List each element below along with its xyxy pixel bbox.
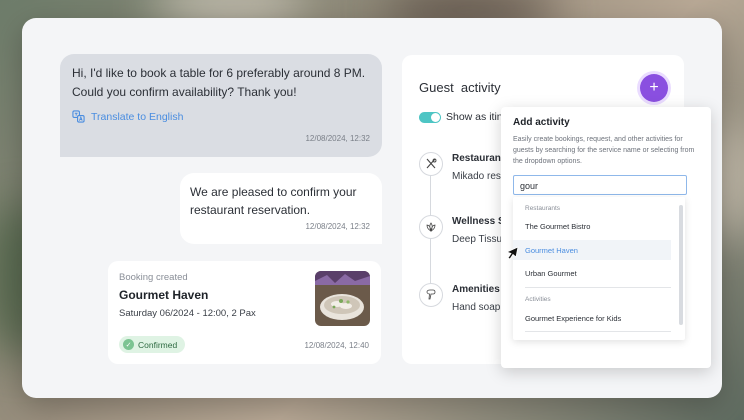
dropdown-section-label: Restaurants [525, 205, 561, 212]
translate-link[interactable]: Translate to English [72, 110, 183, 123]
timeline-item-subtitle: Hand soap [452, 302, 501, 313]
panel-title: Guest activity [419, 80, 501, 95]
booking-caption: Booking created [119, 272, 188, 283]
itinerary-toggle[interactable] [419, 112, 441, 123]
restaurant-image [315, 271, 370, 326]
incoming-message: Hi, I'd like to book a table for 6 prefe… [60, 54, 382, 157]
dropdown-section-label: Activities [525, 296, 551, 303]
popup-title: Add activity [513, 117, 570, 128]
outgoing-timestamp: 12/08/2024, 12:32 [305, 222, 370, 231]
hair-dryer-icon [419, 283, 443, 307]
dropdown-scrollbar[interactable] [679, 205, 683, 325]
booking-timestamp: 12/08/2024, 12:40 [304, 341, 369, 350]
dropdown-item[interactable]: Urban Gourmet [513, 263, 671, 283]
booking-card[interactable]: Booking created Gourmet Haven Saturday 0… [108, 261, 381, 364]
translate-label: Translate to English [91, 110, 184, 123]
add-activity-button[interactable]: + [640, 74, 668, 102]
booking-details: Saturday 06/2024 - 12:00, 2 Pax [119, 308, 256, 319]
activity-search-input-wrapper [513, 175, 687, 195]
add-activity-popup: Add activity Easily create bookings, req… [501, 107, 711, 368]
dropdown-item[interactable]: The Gourmet Bistro [513, 216, 671, 236]
mouse-pointer-icon [505, 246, 519, 260]
check-icon: ✓ [123, 339, 134, 350]
booking-name: Gourmet Haven [119, 288, 209, 302]
timeline-item-subtitle: Mikado res [452, 171, 501, 182]
timeline-item-subtitle: Deep Tissu [452, 234, 503, 245]
dropdown-item-highlighted[interactable]: Gourmet Haven [513, 240, 671, 260]
cutlery-icon [419, 152, 443, 176]
lotus-icon [419, 215, 443, 239]
incoming-message-text: Hi, I'd like to book a table for 6 prefe… [72, 66, 366, 99]
timeline-item-category: Restaurant [452, 153, 505, 164]
incoming-timestamp: 12/08/2024, 12:32 [305, 134, 370, 143]
dropdown-divider [525, 331, 671, 332]
activity-dropdown: Restaurants The Gourmet Bistro Gourmet H… [513, 197, 685, 340]
dropdown-divider [525, 287, 671, 288]
outgoing-message: We are pleased to confirm your restauran… [180, 173, 382, 244]
activity-search-input[interactable] [514, 177, 686, 195]
status-badge: ✓ Confirmed [119, 336, 186, 353]
popup-description: Easily create bookings, request, and oth… [513, 136, 695, 165]
timeline-item-category: Wellness S [452, 216, 505, 227]
outgoing-message-text: We are pleased to confirm your restauran… [190, 185, 357, 217]
dropdown-item[interactable]: Gourmet Experience for Kids [513, 308, 671, 328]
status-badge-label: Confirmed [138, 339, 178, 350]
timeline-item-category: Amenities [452, 284, 500, 295]
plus-icon: + [649, 79, 659, 96]
translate-icon [72, 110, 85, 123]
itinerary-toggle-label: Show as itin [446, 111, 503, 123]
